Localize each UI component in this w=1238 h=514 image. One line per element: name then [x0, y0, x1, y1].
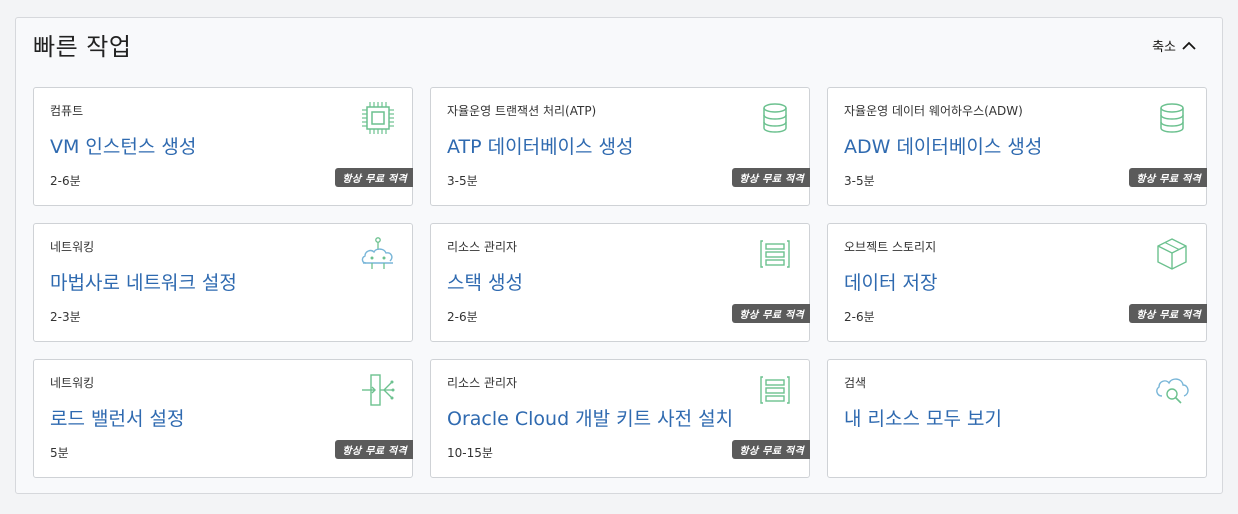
- card-action-link[interactable]: 데이터 저장: [844, 268, 937, 295]
- card-category: 자율운영 트랜잭션 처리(ATP): [447, 104, 597, 118]
- quick-action-card-create-stack[interactable]: 리소스 관리자 스택 생성 2-6분 항상 무료 적격: [430, 223, 810, 342]
- stack-icon: [757, 236, 793, 272]
- card-action-link[interactable]: ADW 데이터베이스 생성: [844, 132, 1042, 159]
- stack-icon: [757, 372, 793, 408]
- card-category: 리소스 관리자: [447, 240, 518, 254]
- card-category: 네트워킹: [50, 376, 95, 390]
- card-action-link[interactable]: ATP 데이터베이스 생성: [447, 132, 634, 159]
- database-icon: [757, 100, 793, 136]
- card-time: 2-6분: [844, 310, 875, 324]
- card-time: 2-3분: [50, 310, 81, 324]
- quick-action-card-network-wizard[interactable]: 네트워킹 마법사로 네트워크 설정 2-3분: [33, 223, 413, 342]
- quick-actions-panel: 빠른 작업 축소 컴퓨트 VM 인스턴스 생성 2-6분 항상 무료 적격 자율…: [15, 17, 1223, 494]
- card-category: 컴퓨트: [50, 104, 84, 118]
- card-action-link[interactable]: 스택 생성: [447, 268, 523, 295]
- always-free-badge: 항상 무료 적격: [732, 304, 810, 323]
- quick-action-card-view-resources[interactable]: 검색 내 리소스 모두 보기: [827, 359, 1207, 478]
- always-free-badge: 항상 무료 적격: [1129, 168, 1207, 187]
- chevron-up-icon: [1182, 41, 1196, 50]
- card-category: 리소스 관리자: [447, 376, 518, 390]
- quick-actions-grid: 컴퓨트 VM 인스턴스 생성 2-6분 항상 무료 적격 자율운영 트랜잭션 처…: [33, 87, 1207, 478]
- quick-action-card-load-balancer[interactable]: 네트워킹 로드 밸런서 설정 5분 항상 무료 적격: [33, 359, 413, 478]
- card-category: 네트워킹: [50, 240, 95, 254]
- always-free-badge: 항상 무료 적격: [335, 168, 413, 187]
- quick-action-card-create-adw[interactable]: 자율운영 데이터 웨어하우스(ADW) ADW 데이터베이스 생성 3-5분 항…: [827, 87, 1207, 206]
- chip-icon: [360, 100, 396, 136]
- quick-action-card-create-vm[interactable]: 컴퓨트 VM 인스턴스 생성 2-6분 항상 무료 적격: [33, 87, 413, 206]
- always-free-badge: 항상 무료 적격: [1129, 304, 1207, 323]
- panel-title: 빠른 작업: [33, 33, 132, 61]
- network-cloud-icon: [360, 236, 396, 272]
- collapse-label: 축소: [1152, 40, 1176, 55]
- card-action-link[interactable]: 내 리소스 모두 보기: [844, 404, 1002, 431]
- quick-action-card-dev-kit[interactable]: 리소스 관리자 Oracle Cloud 개발 키트 사전 설치 10-15분 …: [430, 359, 810, 478]
- always-free-badge: 항상 무료 적격: [732, 168, 810, 187]
- card-action-link[interactable]: 마법사로 네트워크 설정: [50, 268, 237, 295]
- always-free-badge: 항상 무료 적격: [732, 440, 810, 459]
- quick-action-card-create-atp[interactable]: 자율운영 트랜잭션 처리(ATP) ATP 데이터베이스 생성 3-5분 항상 …: [430, 87, 810, 206]
- card-category: 자율운영 데이터 웨어하우스(ADW): [844, 104, 1023, 118]
- card-time: 2-6분: [447, 310, 478, 324]
- cloud-search-icon: [1154, 372, 1190, 408]
- card-time: 10-15분: [447, 446, 493, 460]
- card-action-link[interactable]: 로드 밸런서 설정: [50, 404, 184, 431]
- load-balancer-icon: [360, 372, 396, 408]
- card-category: 검색: [844, 376, 867, 390]
- card-time: 2-6분: [50, 174, 81, 188]
- box-icon: [1154, 236, 1190, 272]
- card-action-link[interactable]: Oracle Cloud 개발 키트 사전 설치: [447, 404, 733, 431]
- card-category: 오브젝트 스토리지: [844, 240, 937, 254]
- database-icon: [1154, 100, 1190, 136]
- collapse-button[interactable]: 축소: [1152, 36, 1196, 55]
- card-time: 3-5분: [447, 174, 478, 188]
- card-time: 3-5분: [844, 174, 875, 188]
- card-time: 5분: [50, 446, 69, 460]
- always-free-badge: 항상 무료 적격: [335, 440, 413, 459]
- quick-action-card-store-data[interactable]: 오브젝트 스토리지 데이터 저장 2-6분 항상 무료 적격: [827, 223, 1207, 342]
- card-action-link[interactable]: VM 인스턴스 생성: [50, 132, 196, 159]
